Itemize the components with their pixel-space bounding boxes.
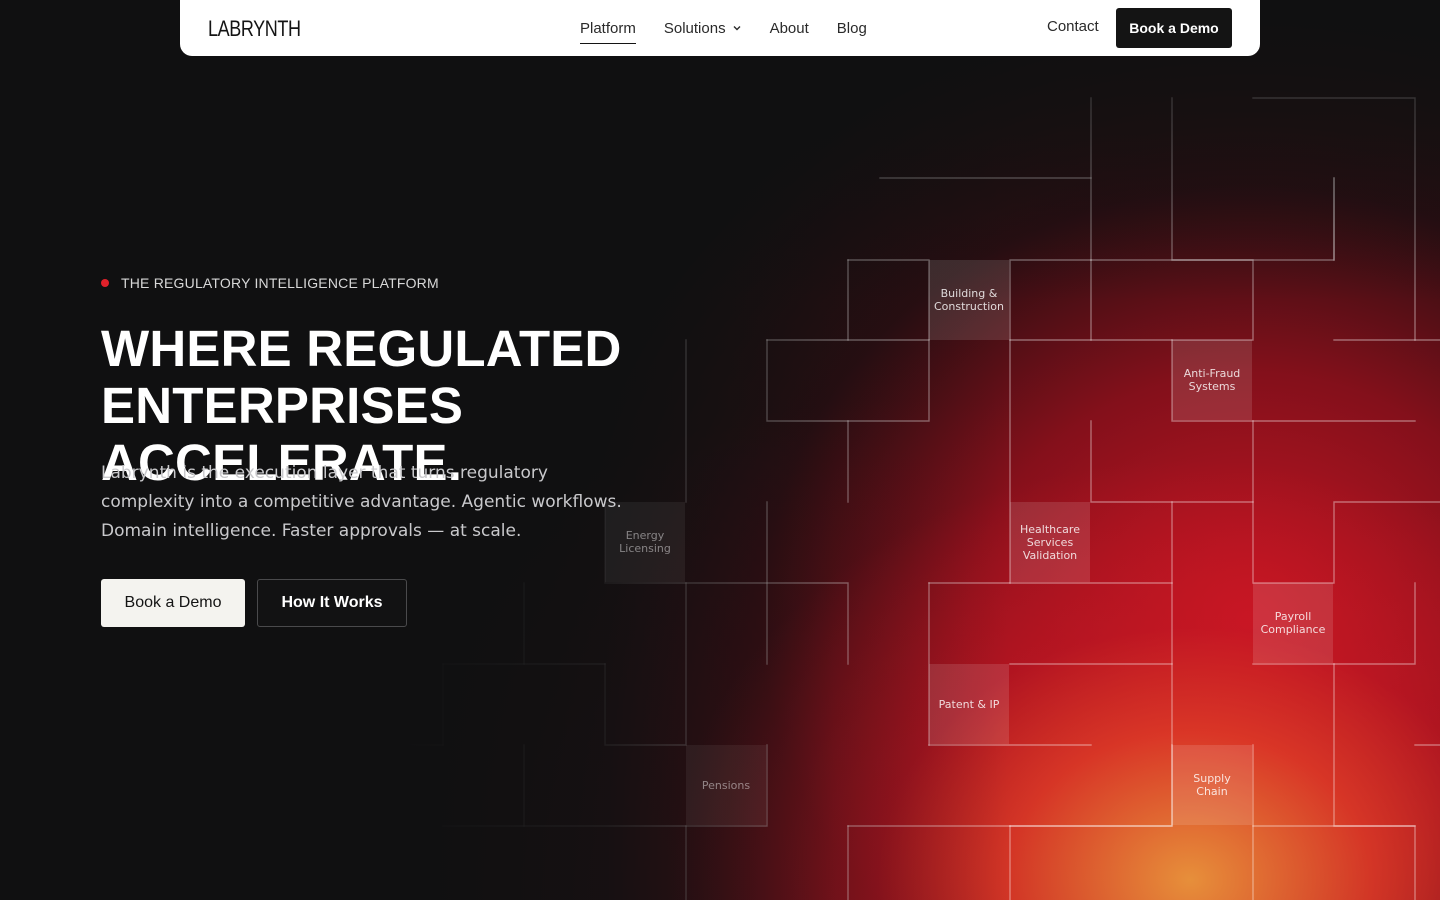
brand-logo[interactable]: LABRYNTH [208, 16, 301, 42]
hero-book-demo-button[interactable]: Book a Demo [101, 579, 245, 627]
maze-tile-patent: Patent & IP [929, 664, 1009, 744]
nav-link-platform[interactable]: Platform [580, 16, 636, 44]
maze-tile-pensions: Pensions [686, 745, 766, 825]
nav-link-about[interactable]: About [770, 16, 809, 40]
red-dot-icon [101, 279, 109, 287]
headline-line-1: WHERE REGULATED [101, 320, 622, 377]
nav-link-label: Blog [836, 19, 867, 37]
chevron-down-icon [733, 26, 741, 31]
nav-link-solutions[interactable]: Solutions [664, 16, 742, 40]
nav-link-label: Solutions [663, 19, 726, 37]
nav-link-label: About [769, 19, 809, 37]
nav-link-contact[interactable]: Contact [1047, 18, 1099, 35]
maze-tile-antifraud: Anti-Fraud Systems [1172, 340, 1252, 420]
maze-tile-payroll: Payroll Compliance [1253, 583, 1333, 663]
hero-eyebrow: THE REGULATORY INTELLIGENCE PLATFORM [101, 275, 439, 291]
nav-link-label: Platform [580, 19, 636, 37]
eyebrow-text: THE REGULATORY INTELLIGENCE PLATFORM [121, 275, 439, 291]
nav-book-demo-button[interactable]: Book a Demo [1116, 8, 1232, 48]
how-it-works-button[interactable]: How It Works [257, 579, 407, 627]
hero-section: Building & Construction Anti-Fraud Syste… [0, 0, 1440, 900]
top-navbar: LABRYNTH Platform Solutions About Blog C… [180, 0, 1260, 56]
hero-subtext: Labrynth is the execution layer that tur… [101, 463, 622, 541]
nav-link-blog[interactable]: Blog [837, 16, 867, 40]
nav-links: Platform Solutions About Blog [580, 0, 895, 56]
maze-tile-building: Building & Construction [929, 260, 1009, 340]
maze-tile-healthcare: Healthcare Services Validation [1010, 502, 1090, 582]
maze-tile-supply-chain: Supply Chain [1172, 745, 1252, 825]
